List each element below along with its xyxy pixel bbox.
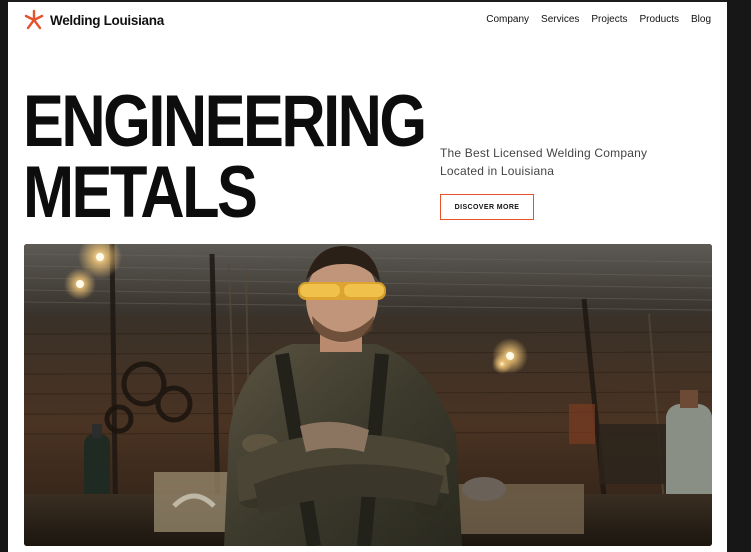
main-nav: Company Services Projects Products Blog — [486, 14, 711, 25]
window-edge-right — [727, 0, 751, 552]
nav-services[interactable]: Services — [541, 14, 579, 25]
asterisk-star-icon — [24, 9, 44, 30]
nav-blog[interactable]: Blog — [691, 14, 711, 25]
brand-name: Welding Louisiana — [50, 12, 164, 28]
discover-more-button[interactable]: DISCOVER MORE — [440, 194, 534, 220]
window-edge-left — [0, 0, 8, 552]
hero-title-line-1: ENGINEERING — [23, 81, 427, 162]
hero-title: ENGINEERING METALS — [23, 81, 427, 233]
web-page: Welding Louisiana Company Services Proje… — [8, 2, 727, 552]
hero-title-line-2: METALS — [23, 152, 258, 233]
tagline-line-2: Located in Louisiana — [440, 164, 555, 178]
nav-projects[interactable]: Projects — [591, 14, 627, 25]
welder-in-workshop-photo — [24, 244, 712, 546]
nav-company[interactable]: Company — [486, 14, 529, 25]
page-bottom-edge — [8, 548, 727, 552]
hero-tagline: The Best Licensed Welding Company Locate… — [440, 144, 700, 180]
brand-logo[interactable]: Welding Louisiana — [23, 9, 164, 31]
tagline-line-1: The Best Licensed Welding Company — [440, 146, 648, 160]
site-header: Welding Louisiana Company Services Proje… — [8, 2, 727, 40]
nav-products[interactable]: Products — [640, 14, 679, 25]
